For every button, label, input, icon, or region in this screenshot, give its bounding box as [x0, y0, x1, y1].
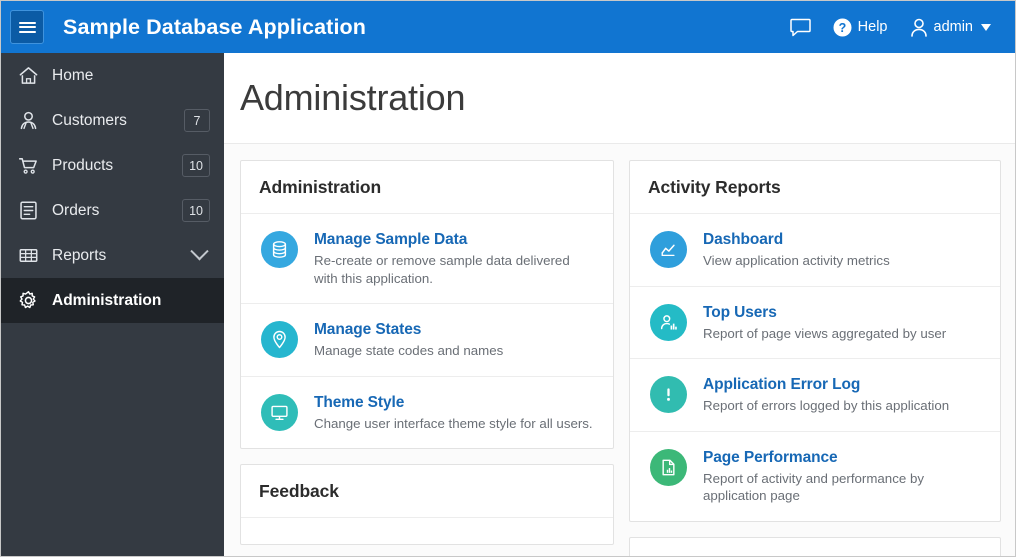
application-window: Sample Database Application ? Help admin… [0, 0, 1016, 557]
list-item-page-performance[interactable]: Page Performance Report of activity and … [630, 432, 1000, 521]
list-item-title[interactable]: Manage States [314, 320, 595, 340]
hamburger-icon [18, 19, 36, 35]
list-item-application-error-log[interactable]: Application Error Log Report of errors l… [630, 359, 1000, 432]
list-icon [16, 200, 40, 221]
list-item-title[interactable]: Manage Sample Data [314, 230, 595, 250]
card-header: Feedback [241, 465, 613, 518]
list-item-description: Report of errors logged by this applicat… [703, 398, 950, 413]
cards-container: Administration Manage Sample Data Re-cre… [224, 144, 1015, 557]
monitor-icon [261, 393, 298, 431]
list-item-manage-sample-data[interactable]: Manage Sample Data Re-create or remove s… [241, 214, 613, 304]
list-item-body: Dashboard View application activity metr… [703, 229, 982, 270]
sidebar-item-reports[interactable]: Reports [1, 233, 224, 278]
sidebar-item-label: Products [52, 156, 114, 174]
list-item-title[interactable]: Application Error Log [703, 375, 982, 395]
feedback-card-body [241, 518, 613, 544]
sidebar-item-products[interactable]: Products 10 [1, 143, 224, 188]
user-menu-button[interactable]: admin [899, 1, 1003, 53]
map-pin-icon [261, 321, 298, 358]
card-title: Administration [259, 177, 382, 197]
user-label: admin [933, 19, 974, 35]
list-item-body: Top Users Report of page views aggregate… [703, 302, 982, 343]
sidebar-item-orders[interactable]: Orders 10 [1, 188, 224, 233]
sidebar-badge-customers: 7 [184, 109, 210, 132]
activity-reports-next-card [629, 536, 1001, 557]
list-item-title[interactable]: Top Users [703, 303, 982, 323]
sidebar-badge-products: 10 [182, 154, 210, 177]
table-icon [16, 245, 40, 266]
gear-icon [16, 290, 40, 311]
page-title: Administration [240, 77, 466, 118]
list-item-description: Report of page views aggregated by user [703, 325, 947, 341]
line-chart-icon [650, 231, 687, 268]
help-button[interactable]: ? Help [822, 1, 899, 53]
list-item-body: Manage States Manage state codes and nam… [314, 319, 595, 360]
list-item-description: Change user interface theme style for al… [314, 415, 593, 431]
navigation-menu-toggle[interactable] [10, 10, 44, 44]
card-title: Activity Reports [648, 177, 781, 197]
list-item-body: Page Performance Report of activity and … [703, 447, 982, 505]
sidebar-item-home[interactable]: Home [1, 53, 224, 98]
list-item-description: View application activity metrics [703, 253, 890, 268]
sidebar-navigation: Home Customers 7 Products 10 Orders 10 R… [1, 53, 224, 556]
list-item-body: Manage Sample Data Re-create or remove s… [314, 229, 595, 287]
app-title: Sample Database Application [63, 14, 366, 39]
card-title: Feedback [259, 481, 339, 501]
list-item-manage-states[interactable]: Manage States Manage state codes and nam… [241, 304, 613, 377]
sidebar-item-administration[interactable]: Administration [1, 278, 224, 323]
help-label: Help [857, 19, 888, 35]
list-item-body: Application Error Log Report of errors l… [703, 374, 982, 415]
page-title-bar: Administration [224, 53, 1015, 144]
list-item-dashboard[interactable]: Dashboard View application activity metr… [630, 214, 1000, 287]
speech-bubble-icon [789, 18, 811, 37]
administration-list: Manage Sample Data Re-create or remove s… [241, 214, 613, 448]
sidebar-item-label: Home [52, 66, 94, 84]
header-actions: ? Help admin [779, 1, 1015, 53]
list-item-top-users[interactable]: Top Users Report of page views aggregate… [630, 287, 1000, 359]
database-icon [261, 231, 298, 268]
sidebar-item-label: Administration [52, 291, 162, 309]
help-circle-icon: ? [833, 18, 852, 37]
cart-icon [16, 155, 40, 176]
left-column: Administration Manage Sample Data Re-cre… [240, 160, 614, 545]
list-item-description: Manage state codes and names [314, 343, 504, 358]
list-item-theme-style[interactable]: Theme Style Change user interface theme … [241, 377, 613, 449]
user-chart-icon [650, 303, 687, 341]
feedback-card: Feedback [240, 464, 614, 545]
activity-reports-list: Dashboard View application activity metr… [630, 214, 1000, 521]
comments-button[interactable] [779, 1, 822, 53]
sidebar-item-customers[interactable]: Customers 7 [1, 98, 224, 143]
app-header: Sample Database Application ? Help admin [1, 1, 1015, 53]
home-icon [16, 65, 40, 86]
right-column: Activity Reports Dashboard View applicat… [629, 160, 1001, 557]
administration-card: Administration Manage Sample Data Re-cre… [240, 160, 614, 449]
page-chart-icon [650, 448, 687, 486]
next-card-body [630, 538, 1000, 557]
sidebar-item-label: Customers [52, 111, 127, 129]
exclamation-icon [650, 376, 687, 413]
list-item-body: Theme Style Change user interface theme … [314, 392, 595, 433]
chevron-down-icon [190, 242, 209, 261]
chevron-down-icon [981, 23, 991, 31]
card-header: Administration [241, 161, 613, 214]
list-item-description: Report of activity and performance by ap… [703, 470, 924, 504]
person-icon [910, 18, 928, 37]
users-icon [16, 110, 40, 131]
svg-text:?: ? [838, 21, 846, 35]
card-header: Activity Reports [630, 161, 1000, 214]
list-item-title[interactable]: Dashboard [703, 230, 982, 250]
sidebar-item-label: Orders [52, 201, 100, 219]
main-content: Administration Administration Manage Sam… [224, 53, 1015, 557]
activity-reports-card: Activity Reports Dashboard View applicat… [629, 160, 1001, 522]
sidebar-item-label: Reports [52, 246, 107, 264]
sidebar-badge-orders: 10 [182, 199, 210, 222]
list-item-title[interactable]: Theme Style [314, 393, 595, 413]
list-item-description: Re-create or remove sample data delivere… [314, 253, 570, 286]
list-item-title[interactable]: Page Performance [703, 448, 982, 468]
